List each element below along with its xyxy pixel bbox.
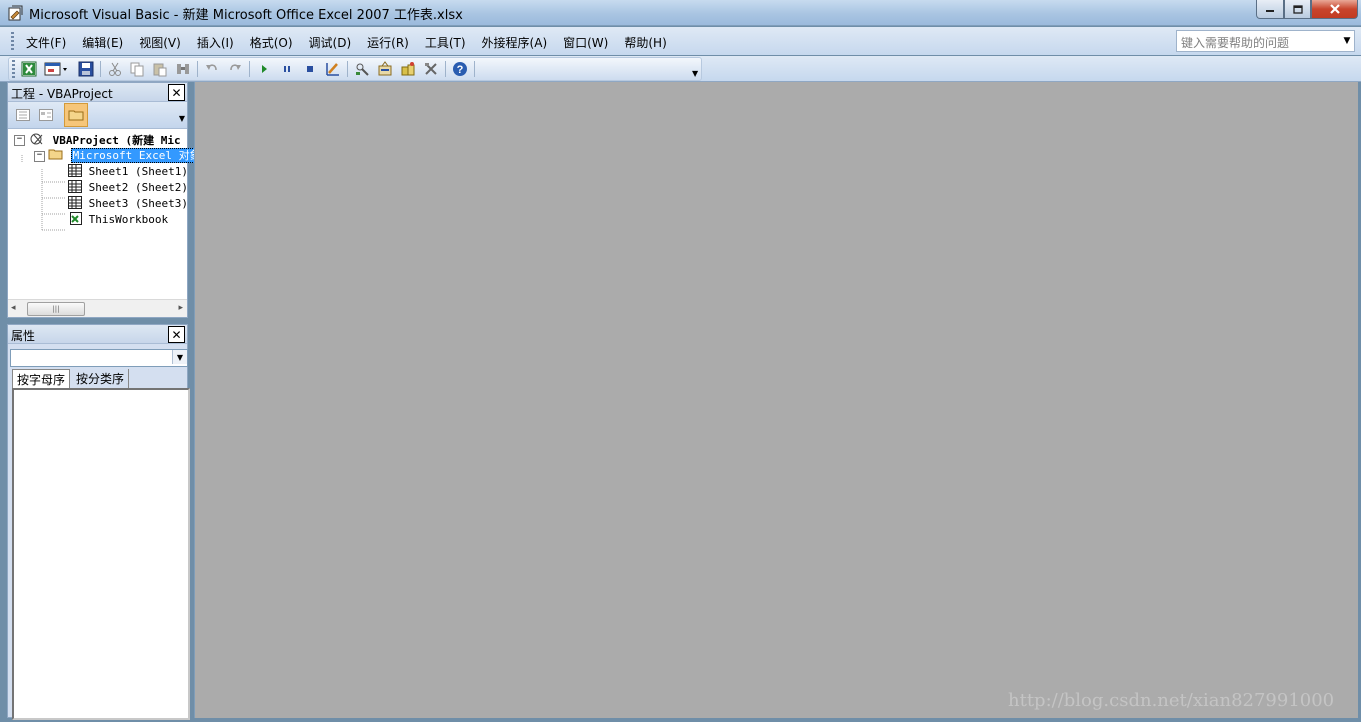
toolbar-separator xyxy=(100,61,101,77)
sheet-icon xyxy=(68,180,82,193)
design-mode-icon[interactable] xyxy=(324,61,342,77)
toolbar-separator xyxy=(197,61,198,77)
tree-item-thisworkbook[interactable]: ThisWorkbook xyxy=(68,212,168,227)
menu-format[interactable]: 格式(O) xyxy=(242,34,301,51)
project-pane-title-bar: 工程 - VBAProject ✕ xyxy=(8,83,187,102)
undo-icon[interactable] xyxy=(203,61,221,77)
menu-help[interactable]: 帮助(H) xyxy=(616,34,674,51)
redo-icon[interactable] xyxy=(226,61,244,77)
menu-grip[interactable] xyxy=(11,32,14,50)
scroll-right-arrow-icon[interactable]: ▸ xyxy=(178,303,183,313)
copy-icon[interactable] xyxy=(128,61,146,77)
menu-debug[interactable]: 调试(D) xyxy=(301,34,360,51)
help-search-input[interactable]: 键入需要帮助的问题 xyxy=(1176,30,1355,52)
scroll-left-arrow-icon[interactable]: ◂ xyxy=(11,303,16,313)
toolbar-separator xyxy=(474,61,475,77)
toolbar-separator xyxy=(249,61,250,77)
tab-alphabetic[interactable]: 按字母序 xyxy=(12,369,71,388)
project-pane-title: 工程 - VBAProject xyxy=(11,87,113,101)
open-folder-icon xyxy=(48,149,63,160)
run-icon[interactable] xyxy=(255,61,273,77)
tree-item-vbaproject[interactable]: VBAProject (新建 Mic xyxy=(30,132,181,147)
find-icon[interactable] xyxy=(174,61,192,77)
properties-pane-title: 属性 xyxy=(11,329,36,343)
object-browser-icon[interactable] xyxy=(399,61,417,77)
tree-item-sheet2[interactable]: Sheet2 (Sheet2) xyxy=(68,180,188,195)
tree-item-label: ThisWorkbook xyxy=(88,213,169,226)
svg-text:?: ? xyxy=(457,64,464,76)
menu-run[interactable]: 运行(R) xyxy=(359,34,417,51)
toolbar-separator xyxy=(445,61,446,77)
vba-app-icon[interactable] xyxy=(8,5,24,21)
close-button[interactable] xyxy=(1311,0,1358,19)
object-select-dropdown[interactable]: ▼ xyxy=(10,349,188,367)
toolbar-grip[interactable] xyxy=(12,60,15,78)
menu-insert[interactable]: 插入(I) xyxy=(189,34,242,51)
window-title: Microsoft Visual Basic - 新建 Microsoft Of… xyxy=(29,8,463,23)
insert-userform-icon[interactable] xyxy=(43,61,69,77)
menu-items: 文件(F) 编辑(E) 视图(V) 插入(I) 格式(O) 调试(D) 运行(R… xyxy=(18,34,675,51)
toolbar-overflow-icon[interactable]: ▼ xyxy=(692,69,698,78)
tab-categorized[interactable]: 按分类序 xyxy=(72,369,130,388)
root-collapse-icon[interactable]: − xyxy=(14,135,25,146)
scroll-thumb[interactable]: ||| xyxy=(27,302,85,316)
project-explorer-icon[interactable] xyxy=(353,61,371,77)
project-toolbar-overflow-icon[interactable]: ▼ xyxy=(179,114,185,123)
help-icon[interactable]: ? xyxy=(451,61,469,77)
project-tree: − VBAProject (新建 Mic − Microsoft Excel 对… xyxy=(8,129,203,297)
menu-file[interactable]: 文件(F) xyxy=(18,34,74,51)
save-icon[interactable] xyxy=(77,61,95,77)
sheet-icon xyxy=(68,196,82,209)
properties-pane-close-button[interactable]: ✕ xyxy=(168,326,185,343)
folder-collapse-icon[interactable]: − xyxy=(34,151,45,162)
project-pane-close-button[interactable]: ✕ xyxy=(168,84,185,101)
tree-item-sheet1[interactable]: Sheet1 (Sheet1) xyxy=(68,164,188,179)
code-workspace[interactable] xyxy=(194,82,1358,718)
properties-grid[interactable] xyxy=(12,388,190,720)
help-dropdown-icon[interactable]: ▼ xyxy=(1340,31,1354,51)
tree-item-excel-objects[interactable]: Microsoft Excel 对象 xyxy=(48,148,203,163)
menu-edit[interactable]: 编辑(E) xyxy=(74,34,131,51)
minimize-button[interactable] xyxy=(1256,0,1284,19)
toolbar-separator xyxy=(347,61,348,77)
toggle-folders-icon[interactable] xyxy=(64,103,88,127)
menu-tools[interactable]: 工具(T) xyxy=(417,34,474,51)
paste-icon[interactable] xyxy=(151,61,169,77)
properties-icon[interactable] xyxy=(376,61,394,77)
reset-icon[interactable] xyxy=(301,61,319,77)
excel-icon[interactable] xyxy=(20,61,38,77)
project-tree-hscrollbar[interactable]: ◂ ||| ▸ xyxy=(8,299,187,317)
menu-addins[interactable]: 外接程序(A) xyxy=(474,34,556,51)
tree-item-sheet3[interactable]: Sheet3 (Sheet3) xyxy=(68,196,188,211)
project-pane-toolbar: ▼ xyxy=(8,102,187,129)
view-code-icon[interactable] xyxy=(14,106,32,123)
toolbox-icon[interactable] xyxy=(422,61,440,77)
tree-item-label: VBAProject (新建 Mic xyxy=(52,134,181,147)
vbaproject-icon xyxy=(30,133,43,145)
project-explorer-pane: 工程 - VBAProject ✕ ▼ − VBAProject (新建 Mic… xyxy=(7,82,203,318)
maximize-button[interactable] xyxy=(1284,0,1311,19)
cut-icon[interactable] xyxy=(106,61,124,77)
sheet-icon xyxy=(68,164,82,177)
view-object-icon[interactable] xyxy=(37,106,55,123)
tree-item-label-selected: Microsoft Excel 对象 xyxy=(70,148,203,163)
watermark-text: http://blog.csdn.net/xian827991000 xyxy=(1008,690,1335,711)
workbook-icon xyxy=(70,212,82,225)
chevron-down-icon[interactable]: ▼ xyxy=(172,350,187,364)
tree-item-label: Sheet3 (Sheet3) xyxy=(88,197,188,210)
break-icon[interactable] xyxy=(278,61,296,77)
properties-pane-title-bar: 属性 ✕ xyxy=(8,325,187,344)
tree-item-label: Sheet1 (Sheet1) xyxy=(88,165,188,178)
menu-window[interactable]: 窗口(W) xyxy=(555,34,616,51)
properties-pane: 属性 ✕ ▼ 按字母序 按分类序 xyxy=(7,324,190,720)
menu-view[interactable]: 视图(V) xyxy=(131,34,189,51)
tree-item-label: Sheet2 (Sheet2) xyxy=(88,181,188,194)
